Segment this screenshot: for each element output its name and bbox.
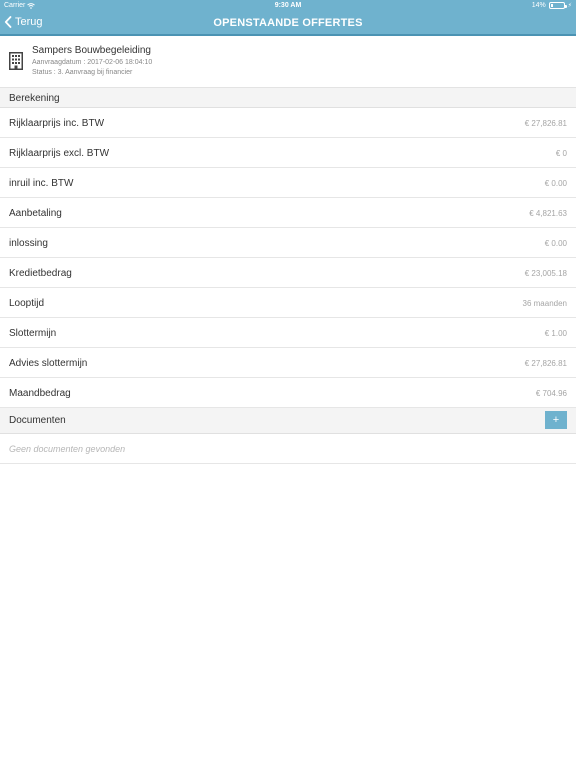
building-icon: [9, 52, 23, 70]
row-label: Maandbedrag: [9, 388, 71, 399]
battery-indicator: 14% ⚡: [532, 2, 572, 9]
row-value: € 1.00: [544, 329, 567, 338]
charging-icon: ⚡: [567, 3, 572, 9]
battery-percent: 14%: [531, 2, 546, 9]
section-header-calculation: Berekening: [0, 88, 576, 108]
calc-row: inlossing € 0.00: [0, 228, 576, 258]
section-title: Documenten: [9, 415, 66, 426]
row-label: Looptijd: [9, 298, 45, 309]
row-value: € 23,005.18: [524, 269, 567, 278]
documents-empty-state: Geen documenten gevonden: [0, 434, 576, 464]
row-value: € 27,826.81: [524, 119, 567, 128]
row-label: Slottermijn: [9, 328, 57, 339]
row-label: inlossing: [9, 238, 48, 249]
request-status: Status : 3. Aanvraag bij financier: [32, 69, 133, 76]
calc-row: Rijklaarprijs excl. BTW € 0: [0, 138, 576, 168]
row-label: Advies slottermijn: [9, 358, 88, 369]
row-label: inruil inc. BTW: [9, 178, 74, 189]
page-title: OPENSTAANDE OFFERTES: [213, 17, 363, 29]
row-label: Rijklaarprijs inc. BTW: [9, 118, 105, 129]
row-value: € 0: [555, 149, 567, 158]
calc-row: Rijklaarprijs inc. BTW € 27,826.81: [0, 108, 576, 138]
row-value: € 704.96: [535, 389, 567, 398]
battery-icon: [548, 2, 567, 9]
add-document-button[interactable]: +: [545, 411, 567, 429]
row-label: Rijklaarprijs excl. BTW: [9, 148, 110, 159]
row-value: 36 maanden: [522, 299, 567, 308]
row-label: Kredietbedrag: [9, 268, 72, 279]
calc-row: Looptijd 36 maanden: [0, 288, 576, 318]
calc-row: Slottermijn € 1.00: [0, 318, 576, 348]
section-header-documents: Documenten +: [0, 408, 576, 434]
row-value: € 0.00: [544, 239, 567, 248]
section-title: Berekening: [9, 93, 60, 104]
row-value: € 0.00: [544, 179, 567, 188]
row-value: € 4,821.63: [529, 209, 567, 218]
calc-row: Kredietbedrag € 23,005.18: [0, 258, 576, 288]
company-card: Sampers Bouwbegeleiding Aanvraagdatum : …: [0, 36, 576, 88]
company-name: Sampers Bouwbegeleiding: [32, 45, 151, 56]
navigation-bar: Terug OPENSTAANDE OFFERTES: [0, 13, 576, 35]
status-time: 9:30 AM: [274, 2, 302, 9]
status-bar: Carrier 9:30 AM 14% ⚡: [0, 0, 576, 12]
calc-row: Maandbedrag € 704.96: [0, 378, 576, 408]
empty-message: Geen documenten gevonden: [9, 444, 126, 454]
request-date: Aanvraagdatum : 2017-02-06 18:04:10: [32, 59, 153, 66]
calc-row: inruil inc. BTW € 0.00: [0, 168, 576, 198]
calc-row: Advies slottermijn € 27,826.81: [0, 348, 576, 378]
row-value: € 27,826.81: [524, 359, 567, 368]
row-label: Aanbetaling: [9, 208, 62, 219]
calc-row: Aanbetaling € 4,821.63: [0, 198, 576, 228]
top-bar: Carrier 9:30 AM 14% ⚡ Terug OPENSTAANDE …: [0, 0, 576, 36]
